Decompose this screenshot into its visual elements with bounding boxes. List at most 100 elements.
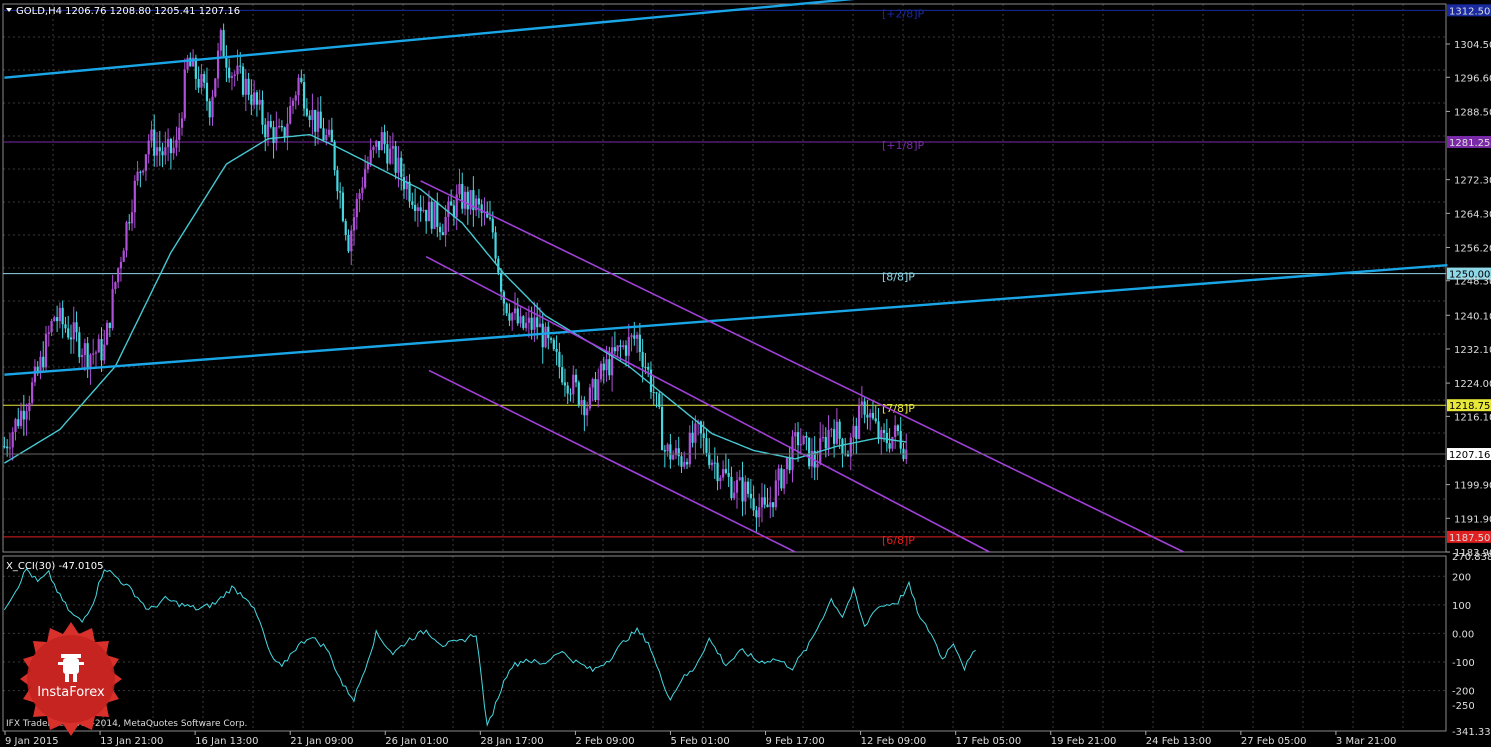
candle-body[interactable] (710, 462, 714, 466)
candle-body[interactable] (17, 419, 20, 427)
candle-body[interactable] (566, 385, 569, 394)
candle-body[interactable] (677, 448, 680, 457)
candle-body[interactable] (142, 170, 145, 173)
candle-body[interactable] (325, 134, 328, 141)
candle-body[interactable] (808, 437, 811, 467)
candle-body[interactable] (214, 78, 217, 97)
candle-body[interactable] (352, 217, 356, 231)
candle-body[interactable] (608, 359, 611, 376)
candle-body[interactable] (136, 171, 139, 181)
candle-body[interactable] (372, 146, 375, 151)
candle-body[interactable] (860, 401, 863, 406)
candle-body[interactable] (771, 502, 775, 508)
candle-body[interactable] (83, 343, 86, 355)
channel-line[interactable] (420, 180, 1185, 553)
candle-body[interactable] (425, 209, 428, 222)
candle-body[interactable] (97, 339, 100, 353)
candle-body[interactable] (53, 317, 56, 322)
candle-body[interactable] (835, 421, 838, 444)
candle-body[interactable] (164, 147, 167, 156)
candle-body[interactable] (6, 446, 9, 449)
candle-body[interactable] (364, 169, 367, 188)
candle-body[interactable] (594, 378, 597, 401)
candle-body[interactable] (294, 95, 297, 101)
candle-body[interactable] (516, 308, 519, 324)
candle-body[interactable] (624, 345, 628, 356)
candle-body[interactable] (72, 322, 75, 340)
candle-body[interactable] (522, 316, 525, 329)
candle-body[interactable] (69, 337, 73, 340)
candle-body[interactable] (888, 443, 891, 449)
candle-body[interactable] (291, 100, 295, 106)
candle-body[interactable] (500, 272, 503, 292)
candle-body[interactable] (741, 477, 744, 502)
candle-body[interactable] (572, 374, 575, 395)
candle-body[interactable] (766, 504, 769, 508)
candle-body[interactable] (58, 307, 61, 322)
candle-body[interactable] (380, 132, 383, 151)
candle-body[interactable] (894, 425, 897, 437)
candle-body[interactable] (722, 469, 725, 478)
candle-body[interactable] (769, 502, 772, 508)
candle-body[interactable] (444, 216, 447, 236)
candle-body[interactable] (64, 324, 67, 329)
candle-body[interactable] (530, 317, 533, 330)
candle-body[interactable] (683, 461, 686, 467)
candle-body[interactable] (882, 430, 886, 433)
candle-body[interactable] (42, 356, 45, 368)
candle-body[interactable] (144, 154, 148, 171)
candle-body[interactable] (785, 457, 789, 470)
candle-body[interactable] (561, 367, 564, 383)
candle-body[interactable] (280, 125, 283, 128)
candle-body[interactable] (538, 323, 542, 328)
candle-body[interactable] (167, 139, 170, 148)
candle-body[interactable] (366, 163, 370, 170)
candle-body[interactable] (833, 429, 836, 444)
candle-body[interactable] (622, 345, 625, 348)
candle-body[interactable] (838, 421, 841, 439)
candle-body[interactable] (841, 438, 844, 454)
candle-body[interactable] (230, 75, 234, 78)
candle-body[interactable] (436, 202, 439, 227)
candle-body[interactable] (783, 469, 786, 489)
candle-body[interactable] (33, 366, 37, 383)
candle-body[interactable] (891, 436, 894, 449)
candle-body[interactable] (180, 118, 184, 128)
candle-body[interactable] (14, 419, 17, 433)
candle-body[interactable] (824, 437, 827, 449)
candle-body[interactable] (394, 146, 397, 173)
candle-body[interactable] (871, 412, 875, 419)
candle-body[interactable] (899, 431, 902, 449)
candle-body[interactable] (150, 129, 153, 141)
candle-body[interactable] (75, 322, 78, 333)
candle-body[interactable] (400, 157, 403, 178)
candle-body[interactable] (103, 344, 106, 361)
candle-body[interactable] (419, 207, 422, 212)
candle-body[interactable] (369, 150, 372, 164)
candle-body[interactable] (588, 387, 592, 409)
candle-body[interactable] (788, 457, 791, 471)
candle-body[interactable] (574, 374, 578, 383)
candle-body[interactable] (161, 151, 164, 156)
candle-body[interactable] (416, 207, 419, 211)
candle-body[interactable] (874, 418, 877, 422)
candle-body[interactable] (777, 468, 780, 481)
candle-body[interactable] (519, 316, 522, 324)
candle-body[interactable] (441, 232, 444, 236)
candle-body[interactable] (599, 363, 603, 380)
candle-body[interactable] (744, 481, 747, 502)
candle-body[interactable] (816, 463, 819, 468)
candle-body[interactable] (799, 444, 802, 446)
candle-body[interactable] (691, 432, 694, 443)
candle-body[interactable] (427, 201, 431, 222)
candle-body[interactable] (3, 446, 6, 448)
candle-body[interactable] (738, 477, 741, 481)
candle-body[interactable] (139, 171, 142, 173)
candle-body[interactable] (724, 469, 727, 473)
candle-body[interactable] (402, 177, 406, 190)
candle-body[interactable] (577, 382, 580, 405)
candle-body[interactable] (56, 317, 59, 322)
candle-body[interactable] (488, 217, 492, 219)
candle-body[interactable] (630, 335, 633, 337)
candle-body[interactable] (780, 468, 783, 489)
